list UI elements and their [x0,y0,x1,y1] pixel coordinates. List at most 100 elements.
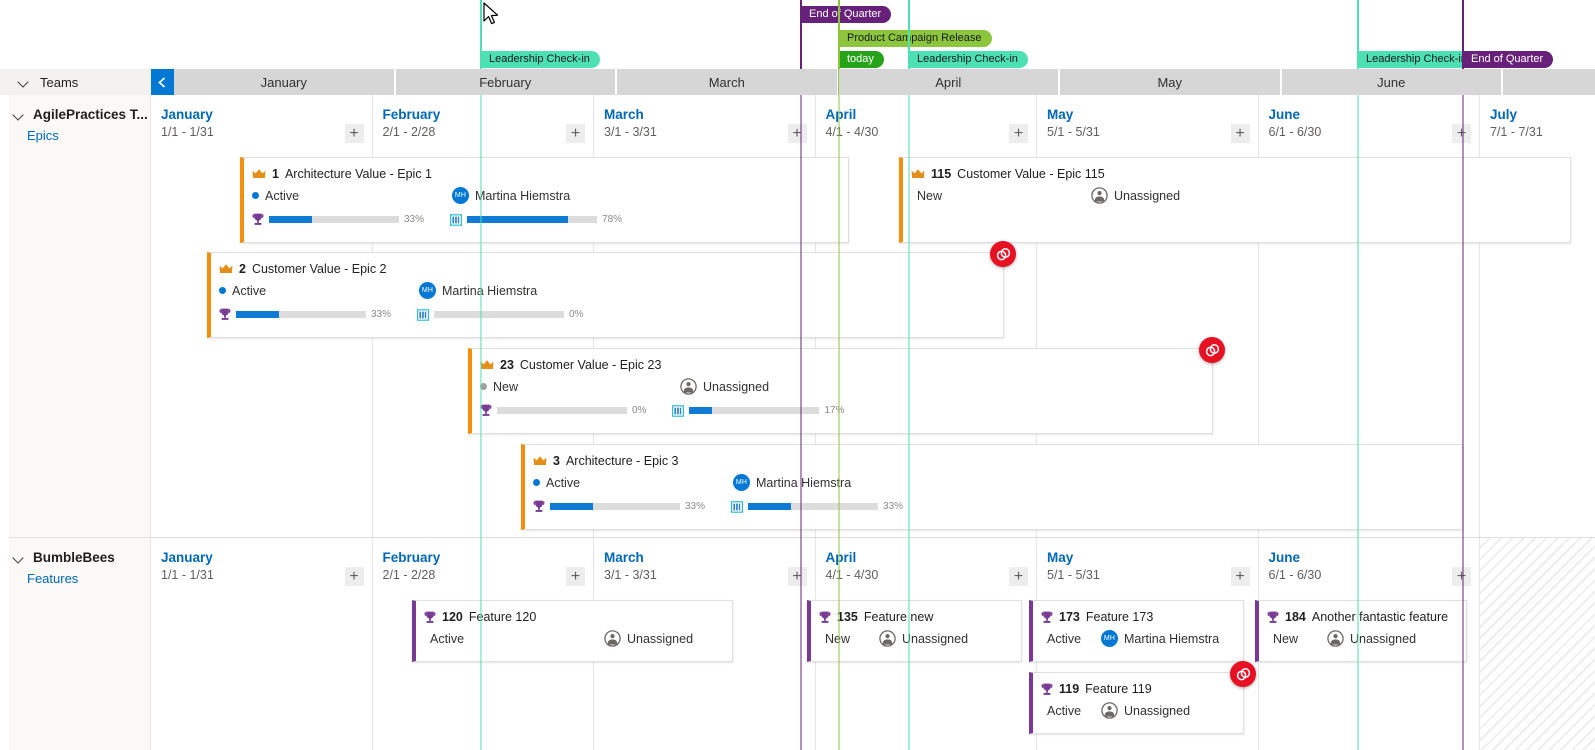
trophy-icon [252,213,264,226]
add-item-button[interactable]: + [345,124,364,143]
dependency-link-badge[interactable] [990,241,1016,267]
month-cell-range: 2/1 - 2/28 [383,568,441,582]
teams-column-header[interactable]: Teams [0,69,151,95]
feature-icon [417,309,429,321]
month-cell-header: June6/1 - 6/30 [1269,107,1322,139]
add-item-button[interactable]: + [788,124,807,143]
timeline-marker-pill[interactable]: Leadership Check-in [910,51,1028,68]
timeline-header: Teams JanuaryFebruaryMarchAprilMayJune [0,69,1595,95]
unassigned-icon [1091,187,1108,204]
add-item-button[interactable]: + [1452,567,1471,586]
work-item-card[interactable]: 184Another fantastic featureNewUnassigne… [1255,600,1467,662]
card-id: 1 [272,167,279,181]
assignee: Unassigned [879,630,968,647]
work-item-card[interactable]: 120Feature 120ActiveUnassigned [412,600,733,662]
status-label: Active [265,189,299,203]
mouse-pointer-icon [483,2,501,28]
add-item-button[interactable]: + [1009,124,1028,143]
unassigned-icon [680,378,697,395]
work-item-card[interactable]: 119Feature 119ActiveUnassigned [1029,672,1244,734]
backlog-level-link[interactable]: Epics [27,128,150,143]
progress-track [689,407,819,414]
work-item-card[interactable]: 173Feature 173ActiveMHMartina Hiemstra [1029,600,1244,662]
work-item-card[interactable]: 23Customer Value - Epic 23NewUnassigned0… [468,348,1213,434]
month-cell-name: June [1269,550,1322,565]
teams-header-label: Teams [40,75,78,90]
crown-icon [480,359,494,371]
work-item-card[interactable]: 3Architecture - Epic 3ActiveMHMartina Hi… [521,444,1463,530]
month-header-february: February [396,69,616,95]
card-id: 173 [1059,610,1080,624]
card-id: 135 [837,610,858,624]
progress-track [467,216,597,223]
card-name: Feature 120 [469,610,536,624]
status-label: New [1273,632,1298,646]
card-name: Customer Value - Epic 2 [252,262,387,276]
work-item-card[interactable]: 135Feature newNewUnassigned [807,600,1022,662]
work-item-card[interactable]: 1Architecture Value - Epic 1 Active MHMart… [240,157,849,243]
month-cell-range: 6/1 - 6/30 [1269,125,1322,139]
card-meta-row: ActiveMHMartina Hiemstra [1033,624,1243,647]
month-cell-name: July [1490,107,1543,122]
unassigned-icon [1327,630,1344,647]
progress-track [550,503,680,510]
status-badge: Active [252,189,452,203]
progress-percent: 33% [685,501,705,512]
chevron-down-icon[interactable] [13,109,25,121]
progress-bar: 33% [219,308,391,321]
card-title-row: 1Architecture Value - Epic 1 [244,158,848,181]
add-item-button[interactable]: + [566,567,585,586]
work-item-card[interactable]: 115Customer Value - Epic 115NewUnassigne… [899,157,1571,243]
backlog-level-link[interactable]: Features [27,571,150,586]
card-title-row: 173Feature 173 [1033,601,1243,624]
scroll-left-button[interactable] [151,69,174,95]
card-meta-row: ActiveUnassigned [1033,696,1243,719]
feature-icon [731,501,743,513]
progress-percent: 33% [371,309,391,320]
timeline-marker-pill[interactable]: today [840,51,884,68]
month-cell-header: May5/1 - 5/31 [1047,107,1100,139]
card-id: 119 [1059,682,1079,696]
progress-bars: 33%0% [211,299,1003,321]
add-item-button[interactable]: + [1231,567,1250,586]
assignee-name: Martina Hiemstra [442,284,537,298]
month-cell-january: January1/1 - 1/31+ [151,538,373,750]
progress-percent: 33% [404,214,424,225]
feature-icon [450,214,462,226]
card-name: Another fantastic feature [1312,610,1448,624]
timeline-marker-pill[interactable]: Leadership Check-in [482,51,600,68]
chevron-down-icon[interactable] [13,552,25,564]
card-id: 184 [1285,610,1306,624]
dependency-link-badge[interactable] [1230,661,1256,687]
add-item-button[interactable]: + [566,124,585,143]
card-meta-row: Active MHMartina Hiemstra [244,181,848,204]
progress-bar: 0% [480,404,646,417]
month-cell-name: February [383,550,441,565]
crown-icon [533,455,547,467]
timeline-marker-pill[interactable]: Product Campaign Release [840,30,992,47]
timeline-marker-pill[interactable]: End of Quarter [802,6,891,23]
timeline-marker-pill[interactable]: End of Quarter [1464,51,1553,68]
progress-fill [689,407,711,414]
month-cell-range: 3/1 - 3/31 [604,125,657,139]
assignee: MHMartina Hiemstra [452,187,570,204]
add-item-button[interactable]: + [345,567,364,586]
timeline-marker-pill[interactable]: Leadership Check-in [1359,51,1477,68]
assignee-name: Unassigned [1124,704,1190,718]
progress-track [269,216,399,223]
month-header-may: May [1060,69,1280,95]
add-item-button[interactable]: + [1452,124,1471,143]
link-icon [1205,344,1220,357]
status-label: Active [546,476,580,490]
work-item-card[interactable]: 2Customer Value - Epic 2ActiveMHMartina … [207,252,1004,338]
assignee: Unassigned [1091,187,1180,204]
add-item-button[interactable]: + [788,567,807,586]
status-label: New [825,632,850,646]
add-item-button[interactable]: + [1231,124,1250,143]
card-meta-row: NewUnassigned [903,181,1570,204]
avatar: MH [1101,630,1118,647]
card-name: Customer Value - Epic 23 [520,358,662,372]
dependency-link-badge[interactable] [1199,337,1225,363]
add-item-button[interactable]: + [1009,567,1028,586]
month-header-january: January [174,69,394,95]
